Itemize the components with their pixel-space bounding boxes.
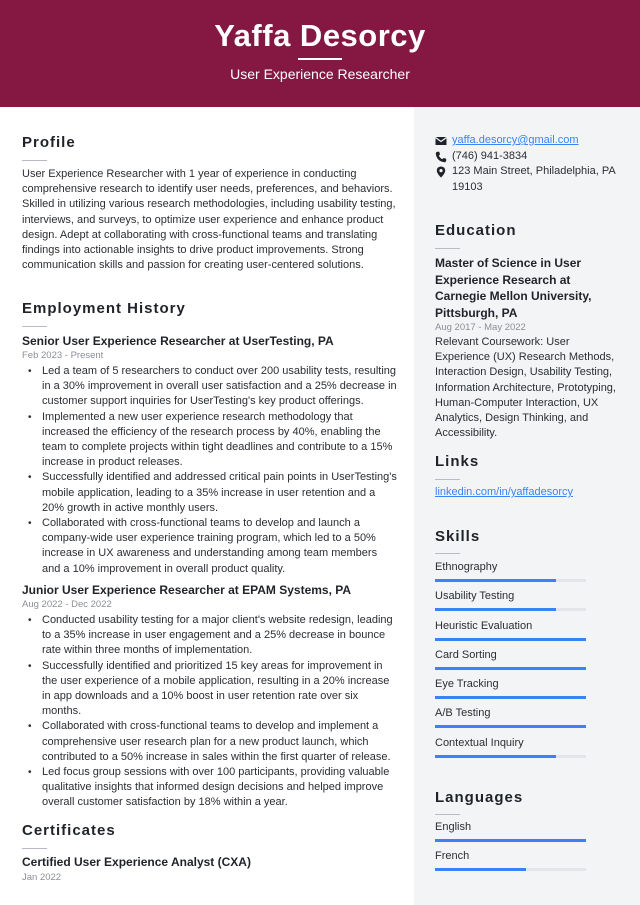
job-bullet: Led focus group sessions with over 100 p… xyxy=(28,765,397,811)
languages-heading: Languages xyxy=(435,789,524,806)
skill-label: Usability Testing xyxy=(435,590,515,603)
job-bullet: Led a team of 5 researchers to conduct o… xyxy=(28,364,397,410)
candidate-name: Yaffa Desorcy xyxy=(214,18,426,53)
skills-heading: Skills xyxy=(435,528,481,545)
skill-item: A/B Testing xyxy=(435,707,586,736)
skill-bar-track xyxy=(435,637,586,641)
skill-bar-track xyxy=(435,608,586,612)
language-bar-fill xyxy=(435,868,526,872)
profile-heading: Profile xyxy=(22,134,76,151)
linkedin-link[interactable]: linkedin.com/in/yaffadesorcy xyxy=(435,486,573,498)
job-bullets: Led a team of 5 researchers to conduct o… xyxy=(28,364,397,577)
job-title: Senior User Experience Researcher at Use… xyxy=(22,334,334,348)
languages-list: English French xyxy=(435,821,586,880)
skill-label: Contextual Inquiry xyxy=(435,736,524,749)
resume-header: Yaffa Desorcy User Experience Researcher xyxy=(0,0,640,107)
links-heading: Links xyxy=(435,453,480,470)
profile-text: User Experience Researcher with 1 year o… xyxy=(22,168,396,272)
contact-email: yaffa.desorcy@gmail.com xyxy=(435,133,625,149)
language-item: English xyxy=(435,821,586,850)
skill-bar-track xyxy=(435,666,586,670)
skill-bar-fill xyxy=(435,637,586,641)
skill-label: Eye Tracking xyxy=(435,678,499,691)
job-bullet: Implemented a new user experience resear… xyxy=(28,410,397,471)
skill-item: Heuristic Evaluation xyxy=(435,620,586,649)
profile-divider xyxy=(22,160,47,161)
skill-bar-fill xyxy=(435,579,556,582)
map-marker-icon xyxy=(436,166,446,178)
language-bar-track xyxy=(435,868,586,872)
skill-bar-track xyxy=(435,696,586,700)
address-text: 123 Main Street, Philadelphia, PA 19103 xyxy=(452,165,616,193)
skill-bar-fill xyxy=(435,696,586,700)
links-divider xyxy=(435,479,460,480)
job-bullet: Successfully identified and addressed cr… xyxy=(28,470,397,516)
skill-bar-fill xyxy=(435,666,586,670)
certificates-divider xyxy=(22,848,47,849)
skill-item: Eye Tracking xyxy=(435,678,586,707)
degree-title: Master of Science in User Experience Res… xyxy=(435,256,592,320)
job-bullet: Collaborated with cross-functional teams… xyxy=(28,516,397,577)
job-dates: Feb 2023 - Present xyxy=(22,350,104,361)
employment-divider xyxy=(22,326,47,327)
email-link[interactable]: yaffa.desorcy@gmail.com xyxy=(452,134,579,146)
certificate-date: Jan 2022 xyxy=(22,872,62,883)
skill-label: Ethnography xyxy=(435,561,498,573)
skill-label: Card Sorting xyxy=(435,648,497,661)
education-heading: Education xyxy=(435,222,517,239)
links-list: linkedin.com/in/yaffadesorcy xyxy=(435,485,625,501)
skills-list: Ethnography Usability Testing Heuristic … xyxy=(435,561,586,766)
job-bullet: Collaborated with cross-functional teams… xyxy=(28,719,397,765)
contact-address: 123 Main Street, Philadelphia, PA 19103 xyxy=(435,164,625,195)
candidate-job-title: User Experience Researcher xyxy=(230,66,410,82)
language-bar-fill xyxy=(435,839,586,842)
job-bullets: Conducted usability testing for a major … xyxy=(28,613,397,811)
skill-bar-track xyxy=(435,579,586,582)
skill-label: Heuristic Evaluation xyxy=(435,619,533,632)
main-column: Profile User Experience Researcher with … xyxy=(0,107,414,905)
skill-bar-fill xyxy=(435,754,556,758)
language-bar-track xyxy=(435,839,586,842)
job-dates: Aug 2022 - Dec 2022 xyxy=(22,599,112,610)
envelope-icon xyxy=(435,137,447,145)
language-item: French xyxy=(435,850,586,879)
certificate-title: Certified User Experience Analyst (CXA) xyxy=(22,855,251,869)
skill-item: Contextual Inquiry xyxy=(435,737,586,766)
language-label: French xyxy=(435,850,470,863)
job-bullet: Successfully identified and prioritized … xyxy=(28,659,397,720)
education-divider xyxy=(435,248,460,249)
contact-phone: (746) 941-3834 xyxy=(435,149,625,165)
skill-item: Ethnography xyxy=(435,561,586,590)
languages-divider xyxy=(435,814,460,815)
contact-info: yaffa.desorcy@gmail.com (746) 941-3834 1… xyxy=(435,133,625,195)
job-bullet: Conducted usability testing for a major … xyxy=(28,613,397,659)
skill-bar-track xyxy=(435,725,586,729)
skill-item: Card Sorting xyxy=(435,649,586,678)
phone-number: (746) 941-3834 xyxy=(452,149,528,162)
skills-divider xyxy=(435,553,460,554)
skill-bar-fill xyxy=(435,725,586,729)
education-entry: Master of Science in User Experience Res… xyxy=(435,255,625,441)
skill-item: Usability Testing xyxy=(435,590,586,619)
sidebar: yaffa.desorcy@gmail.com (746) 941-3834 1… xyxy=(414,107,640,905)
certificates-heading: Certificates xyxy=(22,822,116,839)
language-label: English xyxy=(435,821,472,833)
degree-description: Relevant Coursework: User Experience (UX… xyxy=(435,336,616,440)
job-title: Junior User Experience Researcher at EPA… xyxy=(22,583,352,597)
degree-dates: Aug 2017 - May 2022 xyxy=(435,322,526,333)
header-divider xyxy=(298,58,342,60)
skill-bar-track xyxy=(435,754,586,758)
skill-bar-fill xyxy=(435,608,556,612)
employment-heading: Employment History xyxy=(22,300,186,317)
skill-label: A/B Testing xyxy=(435,707,491,720)
phone-icon xyxy=(435,151,447,162)
